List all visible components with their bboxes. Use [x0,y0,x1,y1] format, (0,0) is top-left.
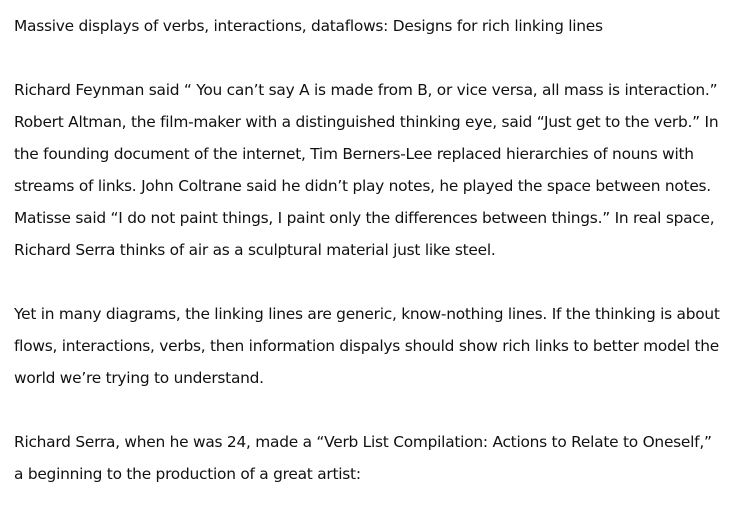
paragraph-3: Richard Serra, when he was 24, made a “V… [14,430,744,494]
paragraph-line: world we’re trying to understand. [14,369,264,387]
article-title: Massive displays of verbs, interactions,… [14,17,603,35]
paragraph-line: Richard Feynman said “ You can’t say A i… [14,81,718,99]
paragraph-line: streams of links. John Coltrane said he … [14,177,711,195]
paragraph-line: Yet in many diagrams, the linking lines … [14,305,720,323]
paragraph-line: a beginning to the production of a great… [14,465,361,483]
article: Massive displays of verbs, interactions,… [14,14,744,494]
paragraph-line: Robert Altman, the film-maker with a dis… [14,113,719,131]
paragraph-line: flows, interactions, verbs, then informa… [14,337,720,355]
paragraph-line: Matisse said “I do not paint things, I p… [14,209,715,227]
paragraph-line: Richard Serra, when he was 24, made a “V… [14,433,712,451]
paragraph-line: Richard Serra thinks of air as a sculptu… [14,241,496,259]
paragraph-line: the founding document of the internet, T… [14,145,694,163]
paragraph-2: Yet in many diagrams, the linking lines … [14,302,744,398]
paragraph-1: Richard Feynman said “ You can’t say A i… [14,78,744,270]
